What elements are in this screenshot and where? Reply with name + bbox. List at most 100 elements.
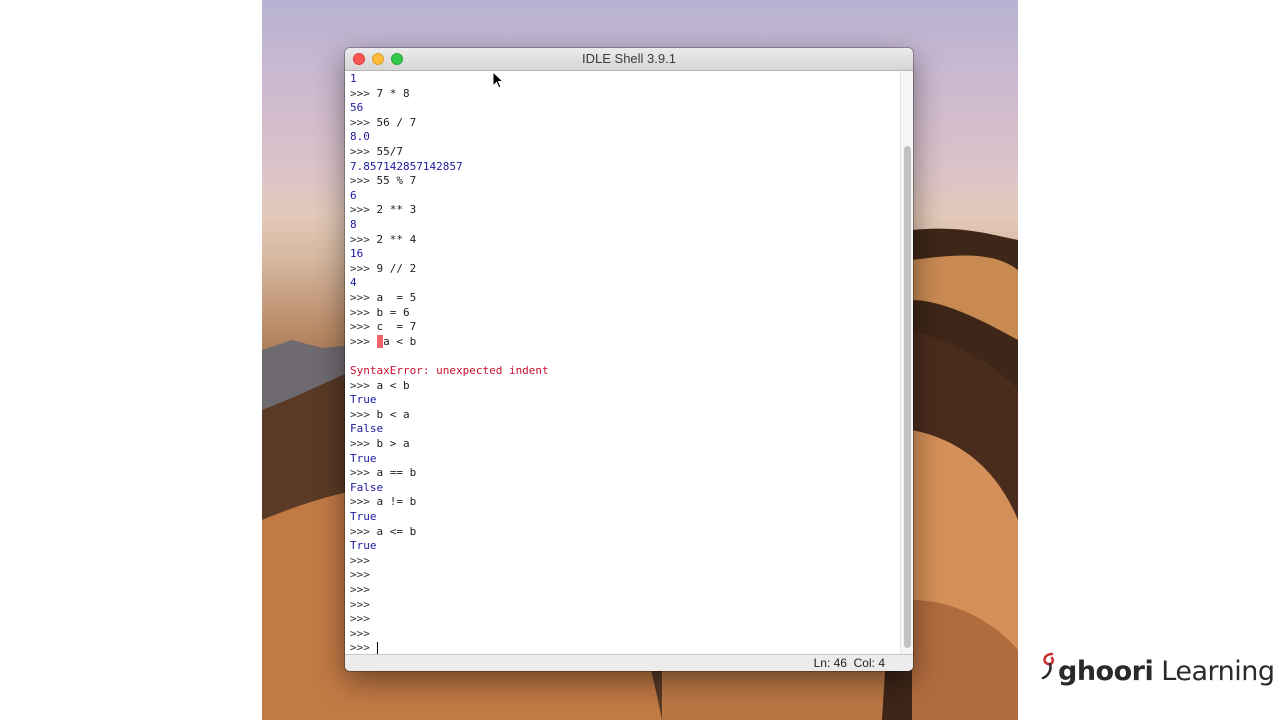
- line-text: b > a: [376, 437, 410, 450]
- line-text: False: [350, 480, 384, 494]
- line-text: a < b: [376, 378, 410, 392]
- input-line: >>> 2 ** 3: [350, 203, 416, 217]
- output-line: False: [350, 422, 383, 436]
- line-text: 16: [350, 247, 364, 261]
- line-text: 7 * 8: [376, 86, 410, 100]
- shell-prompt: >>>: [350, 145, 377, 158]
- shell-prompt: >>>: [350, 305, 377, 319]
- input-line: >>> c = 7: [350, 320, 416, 334]
- line-text: b < a: [376, 407, 410, 421]
- output-line: False: [350, 481, 383, 495]
- brand-prefix: ghoori: [1058, 656, 1154, 687]
- input-line: >>>: [350, 554, 370, 568]
- line-text: a != b: [376, 495, 417, 509]
- brand-suffix: Learning: [1153, 656, 1275, 687]
- shell-prompt: >>>: [350, 407, 377, 421]
- shell-prompt: >>>: [350, 334, 377, 348]
- input-line: >>> a <= b: [350, 525, 416, 539]
- shell-prompt: >>>: [350, 115, 377, 129]
- status-bar: Ln: 46 Col: 4: [345, 654, 913, 671]
- output-line: True: [350, 393, 377, 407]
- line-text: SyntaxError: unexpected indent: [350, 364, 549, 377]
- shell-prompt: >>>: [350, 203, 377, 217]
- line-text: a == b: [376, 466, 417, 480]
- output-line: 8.0: [350, 130, 370, 144]
- line-text: 9 // 2: [376, 261, 417, 275]
- shell-prompt: >>>: [350, 291, 377, 304]
- line-text: True: [350, 393, 377, 407]
- shell-console[interactable]: 1 >>> 7 * 8 56 >>> 56 / 7 8.0 >>> 55/7 7.85714…: [345, 71, 899, 654]
- input-line: >>> 56 / 7: [350, 116, 416, 130]
- title-bar[interactable]: IDLE Shell 3.9.1: [345, 48, 913, 71]
- shell-prompt: >>>: [350, 466, 377, 480]
- input-line: >>> a < b: [350, 379, 410, 393]
- output-line: True: [350, 510, 377, 524]
- input-line: >>>: [350, 568, 370, 582]
- line-text: 55 % 7: [376, 174, 417, 188]
- line-text: 55/7: [376, 145, 404, 158]
- shell-prompt: >>>: [350, 597, 370, 611]
- input-line: >>>: [350, 627, 370, 641]
- line-text: True: [350, 510, 377, 523]
- line-text: 8.0: [350, 130, 370, 144]
- vertical-scrollbar[interactable]: [900, 71, 913, 654]
- line-text: a <= b: [376, 524, 417, 538]
- shell-prompt: >>>: [350, 261, 377, 275]
- shell-prompt: >>>: [350, 641, 377, 654]
- input-line: >>> a == b: [350, 466, 416, 480]
- scrollbar-thumb[interactable]: [904, 146, 911, 648]
- input-line: >>> b < a: [350, 408, 410, 422]
- shell-prompt: >>>: [350, 626, 370, 640]
- input-line: >>> a < b: [350, 334, 417, 349]
- shell-prompt: >>>: [350, 174, 377, 188]
- line-text: b = 6: [376, 305, 410, 319]
- input-line: >>> 55 % 7: [350, 174, 416, 188]
- line-text: 6: [350, 188, 357, 202]
- shell-prompt: >>>: [350, 524, 377, 538]
- input-line: >>> a = 5: [350, 291, 416, 305]
- brand-name: ghoori Learning: [1058, 656, 1275, 687]
- output-line: 7.857142857142857: [350, 160, 463, 174]
- input-line: >>>: [350, 598, 370, 612]
- output-line: 4: [350, 276, 357, 290]
- input-line: >>> 9 // 2: [350, 262, 416, 276]
- shell-prompt: >>>: [350, 86, 377, 100]
- shell-prompt: >>>: [350, 378, 377, 392]
- line-text: 2 ** 4: [376, 232, 417, 246]
- shell-prompt: >>>: [350, 437, 377, 450]
- ghoori-logo-icon: [1041, 652, 1055, 680]
- output-line: True: [350, 452, 377, 466]
- input-line: >>> 2 ** 4: [350, 233, 416, 247]
- line-text: False: [350, 422, 384, 436]
- line-text: True: [350, 539, 377, 553]
- cursor-position: Ln: 46 Col: 4: [813, 656, 885, 670]
- output-line: 56: [350, 101, 363, 115]
- shell-prompt: >>>: [350, 583, 370, 596]
- output-line: 8: [350, 218, 357, 232]
- shell-prompt: >>>: [350, 568, 370, 582]
- output-line: 6: [350, 189, 357, 203]
- line-text: 1: [350, 72, 357, 85]
- shell-prompt: >>>: [350, 553, 370, 567]
- input-line: >>> 7 * 8: [350, 87, 410, 101]
- line-text: 56: [350, 101, 364, 115]
- output-line: 1: [350, 72, 357, 86]
- line-text: 56 / 7: [376, 115, 417, 129]
- input-line: >>> b = 6: [350, 306, 410, 320]
- input-line: >>> a != b: [350, 495, 416, 509]
- mouse-pointer-icon: [492, 71, 504, 89]
- line-text: a < b: [383, 334, 417, 348]
- input-line: >>>: [350, 612, 370, 626]
- line-text: 7.857142857142857: [350, 159, 463, 173]
- line-text: 4: [350, 276, 357, 290]
- line-text: True: [350, 451, 377, 465]
- window-title: IDLE Shell 3.9.1: [582, 51, 676, 66]
- line-text: c = 7: [376, 320, 417, 334]
- input-line: >>> 55/7: [350, 145, 403, 159]
- input-line: >>> b > a: [350, 437, 410, 451]
- shell-prompt: >>>: [350, 612, 370, 626]
- shell-prompt: >>>: [350, 232, 377, 246]
- line-text: 8: [350, 218, 357, 231]
- text-caret: [376, 642, 378, 654]
- shell-prompt: >>>: [350, 495, 377, 509]
